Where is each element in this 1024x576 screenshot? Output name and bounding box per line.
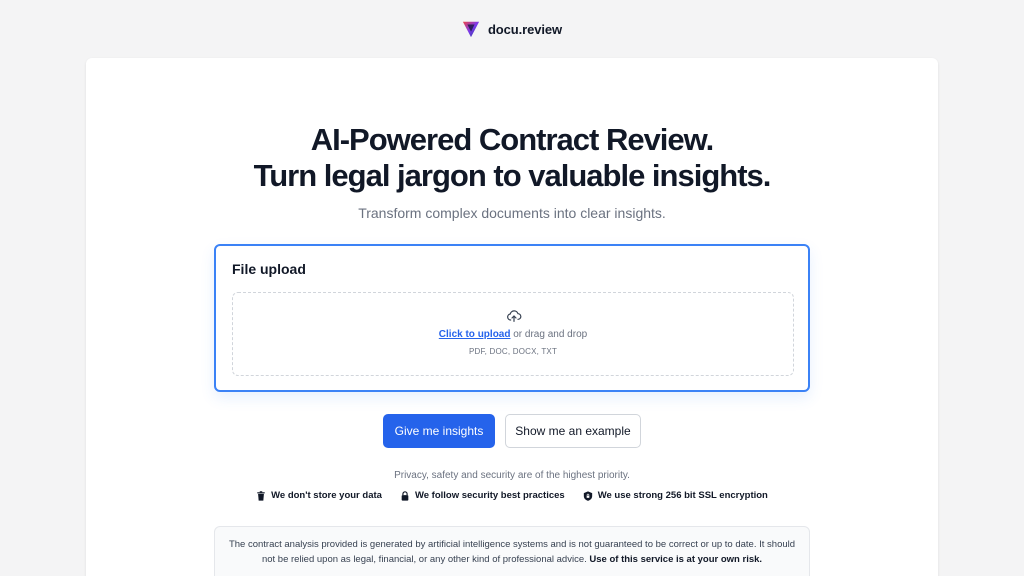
show-example-button[interactable]: Show me an example bbox=[505, 414, 641, 448]
file-dropzone[interactable]: Click to upload or drag and drop PDF, DO… bbox=[232, 292, 794, 376]
badge-label: We follow security best practices bbox=[414, 490, 565, 501]
dropzone-instructions: Click to upload or drag and drop bbox=[233, 329, 793, 340]
badge-security-practices: We follow security best practices bbox=[400, 490, 565, 501]
accepted-file-types: PDF, DOC, DOCX, TXT bbox=[468, 347, 558, 356]
disclaimer-risk-text: Use of this service is at your own risk. bbox=[589, 554, 763, 565]
v-logo-icon bbox=[462, 21, 480, 38]
drag-drop-text: or drag and drop bbox=[510, 329, 588, 340]
hero-subtitle: Transform complex documents into clear i… bbox=[358, 205, 666, 221]
hero-title-line1: AI-Powered Contract Review. bbox=[310, 122, 715, 157]
badge-ssl-encryption: We use strong 256 bit SSL encryption bbox=[583, 490, 768, 501]
badge-label: We don't store your data bbox=[271, 490, 382, 501]
shield-lock-icon bbox=[583, 490, 592, 501]
give-me-insights-button[interactable]: Give me insights bbox=[383, 414, 495, 448]
ai-disclaimer: The contract analysis provided is genera… bbox=[214, 526, 810, 576]
file-upload-panel: File upload Click to upload or drag and … bbox=[214, 244, 810, 392]
trash-icon bbox=[257, 490, 265, 501]
click-to-upload-link[interactable]: Click to upload bbox=[439, 329, 511, 340]
privacy-statement: Privacy, safety and security are of the … bbox=[394, 470, 630, 481]
brand-name: docu.review bbox=[487, 21, 563, 37]
badge-no-data-storage: We don't store your data bbox=[256, 490, 382, 501]
upload-title: File upload bbox=[232, 261, 306, 277]
cloud-upload-icon bbox=[507, 310, 522, 322]
hero-title: AI-Powered Contract Review. Turn legal j… bbox=[0, 122, 1024, 194]
badge-label: We use strong 256 bit SSL encryption bbox=[597, 490, 768, 501]
brand[interactable]: docu.review bbox=[462, 20, 562, 38]
security-badges: We don't store your data We follow secur… bbox=[0, 490, 1024, 501]
hero-title-line2: Turn legal jargon to valuable insights. bbox=[253, 158, 772, 193]
top-header: docu.review bbox=[0, 0, 1024, 58]
lock-icon bbox=[401, 490, 409, 501]
